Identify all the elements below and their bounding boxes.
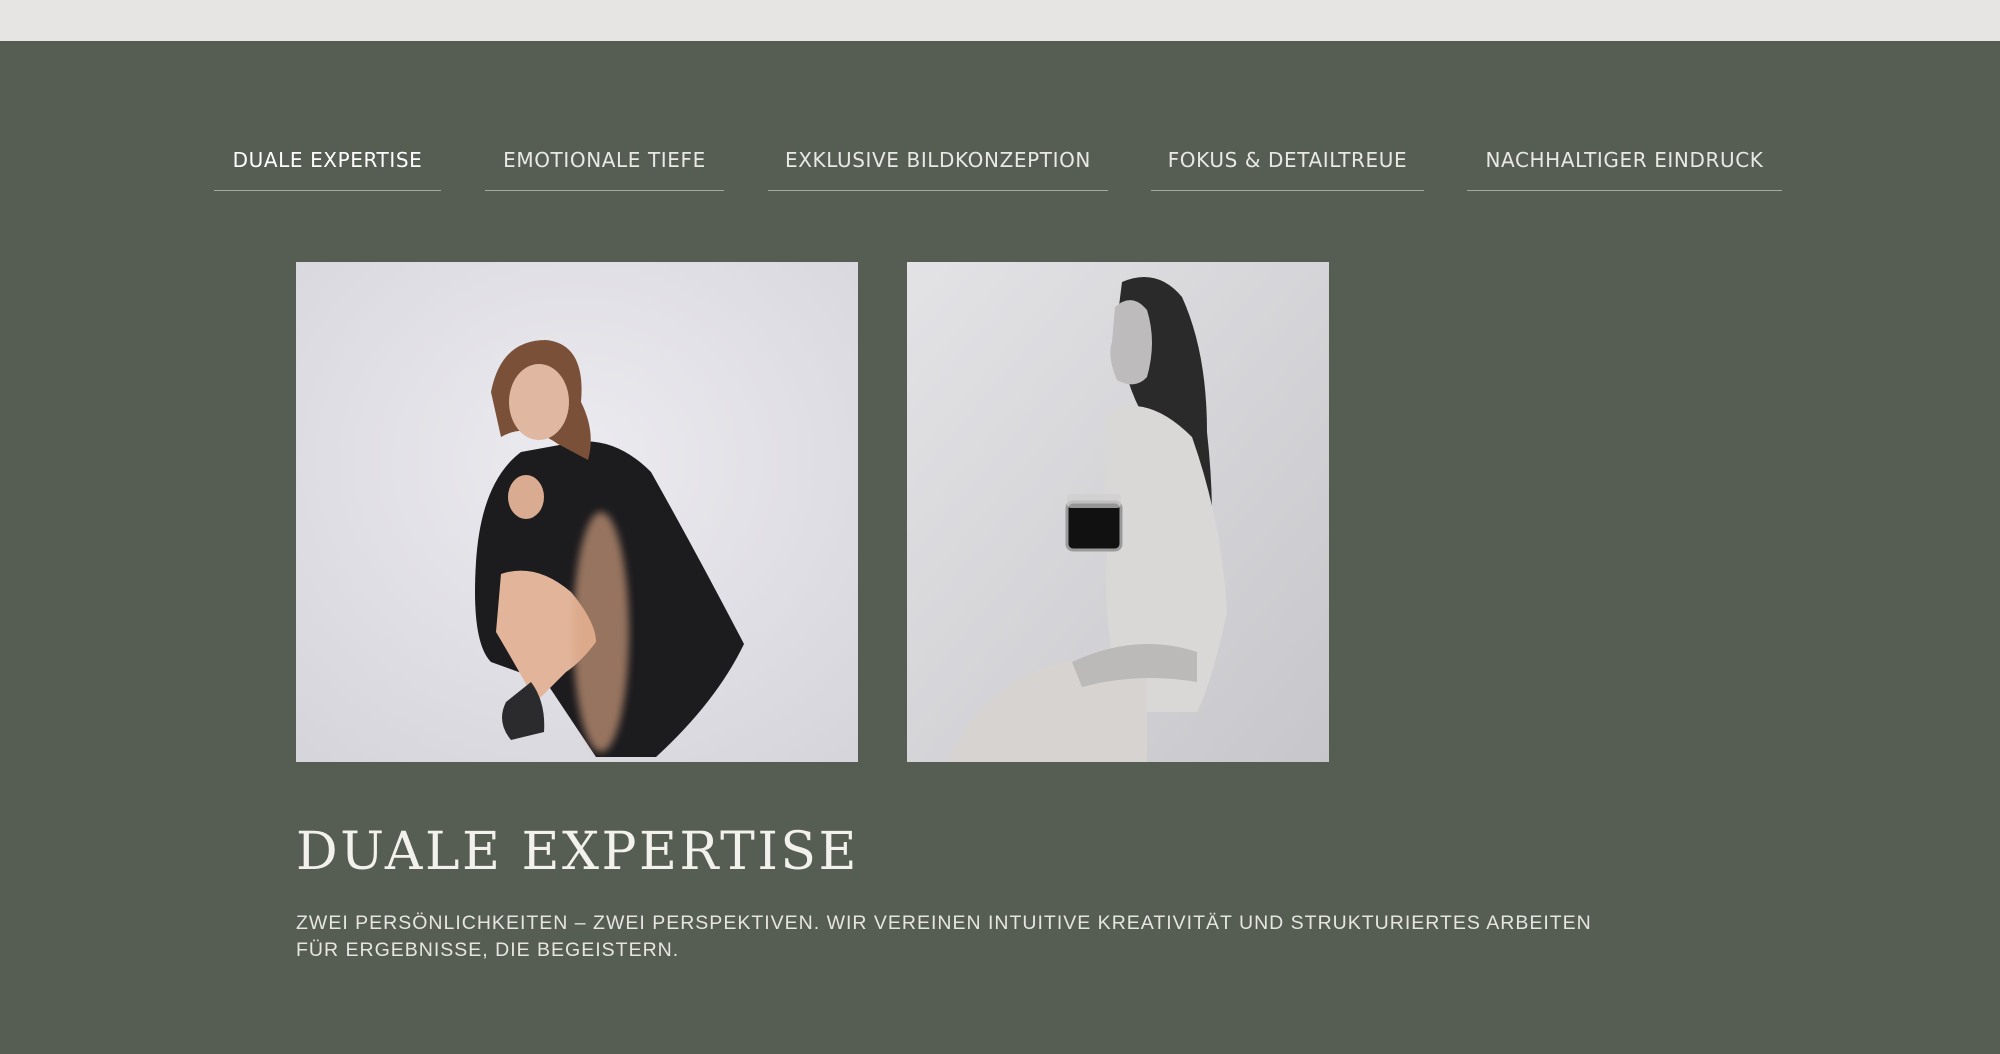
- tab-exklusive-bildkonzeption[interactable]: EXKLUSIVE BILDKONZEPTION: [768, 140, 1108, 191]
- section-description: ZWEI PERSÖNLICHKEITEN – ZWEI PERSPEKTIVE…: [296, 912, 1592, 961]
- tab-nachhaltiger-eindruck[interactable]: NACHHALTIGER EINDRUCK: [1467, 140, 1782, 191]
- tab-emotionale-tiefe[interactable]: EMOTIONALE TIEFE: [485, 140, 724, 191]
- tab-duale-expertise[interactable]: DUALE EXPERTISE: [214, 140, 441, 191]
- photo-crouching-woman: [296, 262, 858, 762]
- section-title: DUALE EXPERTISE: [296, 822, 859, 882]
- photo-woman-with-coffee: [907, 262, 1329, 762]
- feature-tabs: DUALE EXPERTISE EMOTIONALE TIEFE EXKLUSI…: [0, 0, 2000, 200]
- tab-fokus-detailtreue[interactable]: FOKUS & DETAILTREUE: [1151, 140, 1424, 191]
